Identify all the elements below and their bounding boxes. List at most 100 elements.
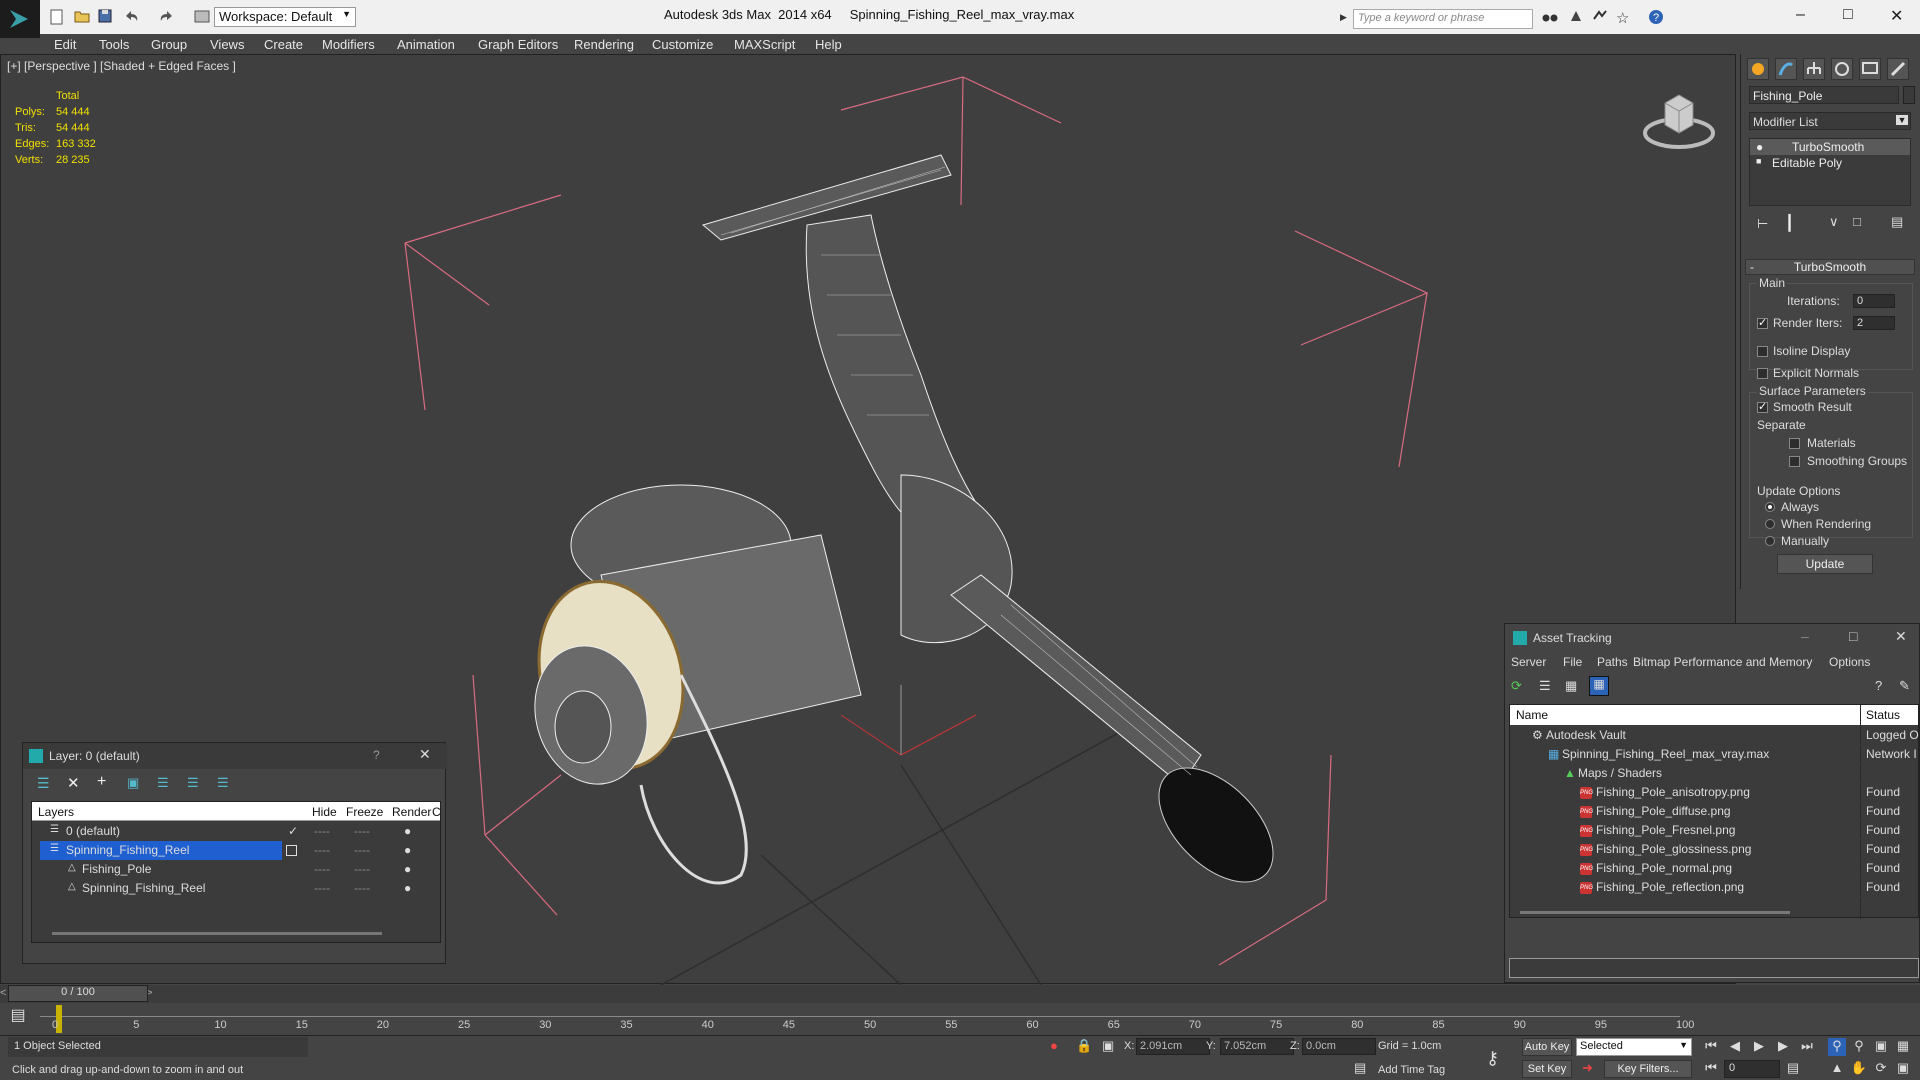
menu-bitmap-performance[interactable]: Bitmap Performance and Memory (1633, 655, 1812, 669)
list-view-icon[interactable]: ☰ (1539, 678, 1551, 694)
track-bar[interactable]: 0 5 10 15 20 25 30 35 40 45 50 55 60 65 70 75 80 85 90 95 10… (40, 1003, 1720, 1035)
asset-row[interactable]: PNG Fishing_Pole_diffuse.png Found (1516, 802, 1916, 821)
menu-group[interactable]: Group (151, 37, 187, 52)
delete-layer-icon[interactable]: ✕ (67, 774, 80, 792)
col-color[interactable]: C (432, 805, 441, 819)
asset-row[interactable]: PNG Fishing_Pole_glossiness.png Found (1516, 840, 1916, 859)
isoline-display-checkbox[interactable] (1757, 346, 1768, 357)
stack-item-editable-poly[interactable]: Editable Poly (1772, 156, 1842, 170)
layer-explorer-window[interactable]: Layer: 0 (default) ? ✕ ☰ ✕ + ▣ ☰ ☰ ☰ Lay… (22, 742, 447, 964)
freeze-toggle[interactable]: ---- (354, 881, 370, 895)
turbosmooth-rollout-header[interactable]: - TurboSmooth (1745, 259, 1915, 275)
y-coordinate-field[interactable]: 7.052cm (1220, 1038, 1294, 1055)
communication-center-icon[interactable] (1592, 9, 1608, 25)
motion-tab-icon[interactable] (1831, 58, 1853, 80)
render-iters-spinner[interactable]: 2 (1853, 316, 1895, 330)
asset-row[interactable]: PNG Fishing_Pole_Fresnel.png Found (1516, 821, 1916, 840)
pan-view-icon[interactable]: ✋ (1850, 1060, 1868, 1078)
add-time-tag-label[interactable]: Add Time Tag (1378, 1064, 1445, 1076)
freeze-all-layers-icon[interactable]: ☰ (217, 775, 229, 791)
time-slider[interactable]: 0 / 100 (8, 985, 148, 1002)
menu-customize[interactable]: Customize (652, 37, 713, 52)
menu-options[interactable]: Options (1829, 655, 1870, 669)
object-color-swatch[interactable] (1903, 86, 1915, 104)
go-to-start-icon[interactable]: ⏮ (1702, 1038, 1720, 1056)
open-file-icon[interactable] (74, 9, 90, 25)
remove-modifier-icon[interactable]: □ (1853, 214, 1861, 229)
stack-item-turbosmooth[interactable]: TurboSmooth (1792, 140, 1864, 154)
layer-row[interactable]: ☰ 0 (default) ✓ ---- ---- ● (32, 822, 442, 841)
asset-tracking-window[interactable]: Asset Tracking – □ ✕ Server File Paths B… (1504, 623, 1920, 983)
menu-rendering[interactable]: Rendering (574, 37, 634, 52)
time-configuration-icon[interactable]: ▤ (1784, 1060, 1802, 1078)
go-to-end-icon[interactable]: ⏭ (1798, 1038, 1816, 1056)
close-icon[interactable]: ✕ (419, 746, 431, 763)
menu-modifiers[interactable]: Modifiers (322, 37, 375, 52)
explicit-normals-checkbox[interactable] (1757, 368, 1768, 379)
menu-maxscript[interactable]: MAXScript (734, 37, 795, 52)
asset-row[interactable]: PNG Fishing_Pole_reflection.png Found (1516, 878, 1916, 897)
app-logo-button[interactable] (0, 0, 40, 38)
col-render[interactable]: Render (392, 805, 431, 819)
open-mini-curve-editor-icon[interactable]: ▤ (4, 1005, 32, 1031)
asset-row[interactable]: PNG Fishing_Pole_anisotropy.png Found (1516, 783, 1916, 802)
add-time-tag-icon[interactable]: ▤ (1354, 1060, 1366, 1076)
current-frame-field[interactable]: 0 (1724, 1060, 1780, 1078)
object-name-field[interactable]: Fishing_Pole (1749, 86, 1899, 104)
create-tab-icon[interactable] (1747, 58, 1769, 80)
play-icon[interactable]: ▶ (1750, 1038, 1768, 1056)
x-coordinate-field[interactable]: 2.091cm (1136, 1038, 1210, 1055)
new-file-icon[interactable] (50, 9, 66, 25)
maximize-button[interactable]: □ (1849, 628, 1857, 644)
layer-window-title-bar[interactable]: Layer: 0 (default) ? ✕ (23, 743, 447, 769)
render-teapot-icon[interactable]: ● (404, 881, 411, 895)
display-tab-icon[interactable] (1859, 58, 1881, 80)
prev-frame-icon[interactable]: < (0, 987, 6, 999)
show-end-result-icon[interactable]: ┃ (1785, 214, 1794, 232)
key-mode-toggle-icon[interactable]: ⏮ (1702, 1060, 1720, 1078)
menu-tools[interactable]: Tools (99, 37, 129, 52)
col-status[interactable]: Status (1866, 708, 1900, 722)
menu-help[interactable]: Help (815, 37, 842, 52)
grid-view-icon[interactable]: ▦ (1589, 676, 1609, 696)
hide-toggle[interactable]: ---- (314, 862, 330, 876)
z-coordinate-field[interactable]: 0.0cm (1302, 1038, 1376, 1055)
menu-server[interactable]: Server (1511, 655, 1546, 669)
project-folder-icon[interactable] (194, 9, 210, 25)
absolute-mode-icon[interactable]: ▣ (1102, 1038, 1114, 1054)
previous-frame-icon[interactable]: ◀ (1726, 1038, 1744, 1056)
zoom-all-icon[interactable]: ⚲ (1850, 1038, 1868, 1056)
save-file-icon[interactable] (98, 9, 114, 25)
materials-checkbox[interactable] (1789, 438, 1800, 449)
layer-row[interactable]: ☰ Spinning_Fishing_Reel ---- ---- ● (32, 841, 442, 860)
minimize-button[interactable]: – (1796, 6, 1805, 24)
horizontal-scrollbar[interactable] (1520, 911, 1790, 914)
undo-icon[interactable] (124, 9, 140, 25)
hide-toggle[interactable]: ---- (314, 824, 330, 838)
set-keys-key-icon[interactable]: ⚷ (1486, 1048, 1499, 1069)
asset-list[interactable]: Name Status ⚙ Autodesk Vault Logged O ▦ Spi… (1509, 704, 1919, 919)
search-input[interactable]: Type a keyword or phrase (1353, 9, 1533, 29)
close-button[interactable]: ✕ (1890, 6, 1903, 26)
hide-toggle[interactable]: ---- (314, 843, 330, 857)
manually-radio[interactable] (1765, 536, 1775, 546)
maximize-button[interactable]: □ (1843, 6, 1853, 24)
redo-icon[interactable] (158, 9, 174, 25)
set-current-checkbox[interactable] (286, 845, 297, 856)
set-key-button[interactable]: Set Key (1522, 1060, 1572, 1078)
favorites-star-icon[interactable]: ☆ (1616, 9, 1632, 27)
freeze-toggle[interactable]: ---- (354, 824, 370, 838)
render-teapot-icon[interactable]: ● (404, 824, 411, 838)
hide-all-layers-icon[interactable]: ☰ (187, 775, 199, 791)
render-teapot-icon[interactable]: ● (404, 862, 411, 876)
menu-edit[interactable]: Edit (54, 37, 76, 52)
zoom-icon[interactable]: ⚲ (1828, 1038, 1846, 1056)
utilities-tab-icon[interactable] (1887, 58, 1909, 80)
zoom-extents-icon[interactable]: ▣ (1872, 1038, 1890, 1056)
zoom-extents-all-icon[interactable]: ▦ (1894, 1038, 1912, 1056)
hide-toggle[interactable]: ---- (314, 881, 330, 895)
asset-row[interactable]: ▲ Maps / Shaders (1516, 764, 1916, 783)
update-button[interactable]: Update (1777, 554, 1873, 574)
freeze-toggle[interactable]: ---- (354, 843, 370, 857)
configure-modifier-sets-icon[interactable]: ▤ (1891, 214, 1903, 230)
